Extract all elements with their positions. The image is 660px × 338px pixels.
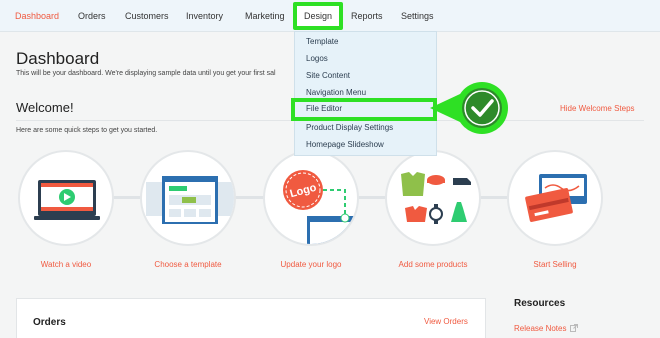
nav-dashboard[interactable]: Dashboard: [15, 0, 59, 32]
view-orders-link[interactable]: View Orders: [424, 317, 468, 326]
orders-title: Orders: [33, 317, 66, 328]
menu-item-template[interactable]: Template: [306, 37, 338, 46]
menu-item-product-display-settings[interactable]: Product Display Settings: [306, 123, 393, 132]
step-update-logo-label[interactable]: Update your logo: [246, 260, 376, 269]
nav-marketing[interactable]: Marketing: [245, 0, 285, 32]
external-link-icon: [570, 324, 578, 332]
step-start-selling[interactable]: [507, 150, 603, 246]
step-add-products-label[interactable]: Add some products: [368, 260, 498, 269]
page-title: Dashboard: [16, 49, 100, 68]
menu-item-file-editor[interactable]: File Editor: [291, 98, 437, 121]
step-start-selling-label[interactable]: Start Selling: [490, 260, 620, 269]
release-notes-link[interactable]: Release Notes: [514, 324, 566, 333]
step-choose-template[interactable]: [140, 150, 236, 246]
nav-orders[interactable]: Orders: [78, 0, 106, 32]
menu-item-site-content[interactable]: Site Content: [306, 71, 350, 80]
resources-title: Resources: [514, 298, 566, 309]
menu-item-navigation-menu[interactable]: Navigation Menu: [306, 88, 366, 97]
menu-item-file-editor-label: File Editor: [306, 104, 343, 113]
products-icon: [401, 172, 471, 224]
video-player-icon: [34, 180, 100, 220]
welcome-heading: Welcome!: [16, 100, 74, 115]
step-add-products[interactable]: [385, 150, 481, 246]
orders-panel: [16, 298, 486, 338]
nav-customers[interactable]: Customers: [125, 0, 169, 32]
step-watch-video[interactable]: [18, 150, 114, 246]
nav-design-label: Design: [303, 11, 332, 21]
step-watch-video-label[interactable]: Watch a video: [1, 260, 131, 269]
step-update-logo[interactable]: Logo: [263, 150, 359, 246]
menu-item-logos[interactable]: Logos: [306, 54, 328, 63]
nav-reports[interactable]: Reports: [351, 0, 383, 32]
nav-design[interactable]: Design: [293, 2, 343, 30]
logo-icon: Logo: [283, 170, 357, 244]
template-icon: [146, 176, 234, 224]
nav-settings[interactable]: Settings: [401, 0, 434, 32]
step-choose-template-label[interactable]: Choose a template: [123, 260, 253, 269]
credit-cards-icon: [525, 174, 587, 222]
menu-item-homepage-slideshow[interactable]: Homepage Slideshow: [306, 140, 384, 149]
welcome-intro: Here are some quick steps to get you sta…: [16, 127, 158, 134]
hide-welcome-steps-link[interactable]: Hide Welcome Steps: [560, 104, 635, 113]
checkmark-icon: [430, 82, 508, 134]
page-subtitle: This will be your dashboard. We're displ…: [16, 70, 276, 77]
nav-inventory[interactable]: Inventory: [186, 0, 223, 32]
